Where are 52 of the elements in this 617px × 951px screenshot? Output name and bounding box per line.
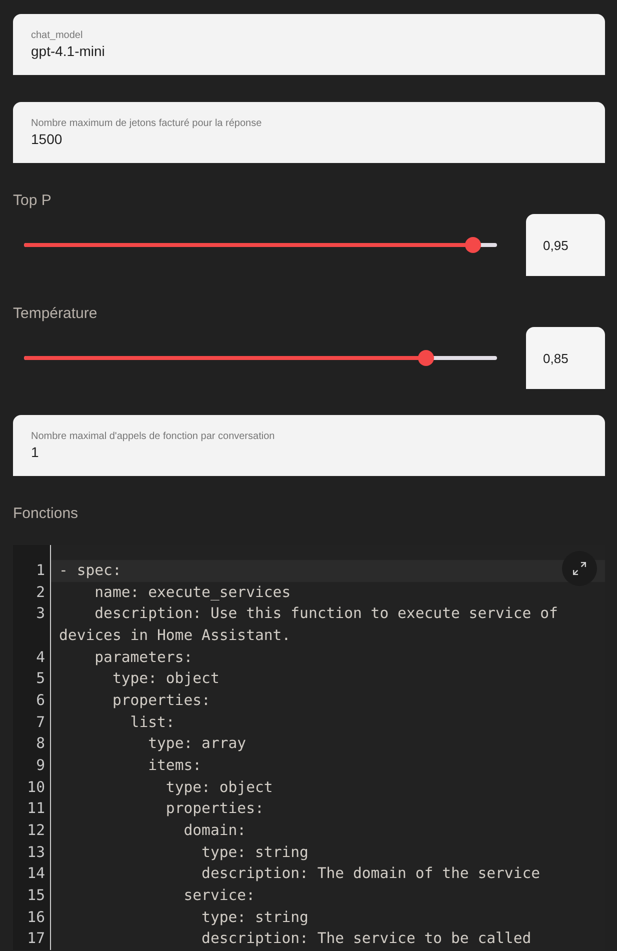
code-line: - spec: — [59, 562, 122, 579]
code-line: parameters: — [94, 648, 193, 666]
expand-button[interactable] — [562, 551, 597, 586]
code-line: type: object — [166, 778, 273, 796]
line-number: 11 — [27, 800, 45, 818]
code-line: properties: — [166, 800, 264, 818]
line-number: 4 — [36, 648, 45, 666]
expand-icon — [573, 562, 586, 575]
line-number: 2 — [36, 584, 45, 601]
text-field[interactable]: Nombre maximal d'appels de fonction par conversation 1 — [13, 415, 605, 476]
line-number: 3 — [36, 605, 45, 622]
code-line: description: The service to be called — [202, 930, 532, 948]
field-value: 1500 — [31, 130, 62, 148]
field-label: chat_model — [31, 29, 83, 42]
code-line: service: — [184, 886, 255, 904]
slider-thumb[interactable] — [418, 350, 434, 366]
text-field[interactable]: Nombre maximum de jetons facturé pour la réponse 1500 — [13, 102, 605, 163]
code-line: domain: — [184, 822, 246, 839]
code-line: description: Use this function to execute service of devices in Home Assistant. — [59, 605, 559, 644]
code-line: list: — [130, 714, 175, 731]
field-value: gpt-4.1-mini — [31, 42, 105, 60]
line-number: 13 — [27, 844, 45, 861]
line-number: 6 — [36, 692, 45, 709]
code-line: type: string — [202, 908, 308, 926]
number-field[interactable]: 0,85 — [526, 327, 605, 389]
text-field[interactable]: chat_model gpt-4.1-mini — [13, 14, 605, 75]
code-line: type: array — [148, 735, 246, 752]
code-line: type: object — [112, 670, 220, 688]
line-number: 12 — [27, 822, 45, 839]
number-field[interactable]: 0,95 — [526, 214, 605, 276]
line-number: 5 — [36, 670, 45, 688]
field-label: Nombre maximal d'appels de fonction par conversation — [31, 430, 275, 443]
field-label: Nombre maximum de jetons facturé pour la réponse — [31, 117, 262, 130]
slider-label: Top P — [13, 191, 52, 211]
slider-label: Température — [13, 304, 98, 324]
slider-thumb[interactable] — [465, 237, 482, 253]
line-number: 8 — [36, 735, 45, 752]
line-number: 7 — [36, 714, 45, 731]
line-number: 14 — [27, 865, 45, 882]
line-number: 9 — [36, 756, 45, 774]
code-line: properties: — [112, 692, 210, 709]
code-line: type: string — [202, 844, 308, 861]
line-number: 16 — [27, 908, 45, 926]
line-number: 1 — [36, 562, 45, 579]
code-line: items: — [148, 756, 202, 774]
code-line: description: The domain of the service — [202, 865, 540, 882]
code-line: name: execute_services — [94, 584, 291, 601]
field-value: 1 — [31, 443, 39, 461]
section-heading: Fonctions — [13, 504, 78, 524]
line-number: 10 — [27, 778, 45, 796]
line-number: 15 — [27, 886, 45, 904]
line-number: 17 — [27, 930, 45, 948]
